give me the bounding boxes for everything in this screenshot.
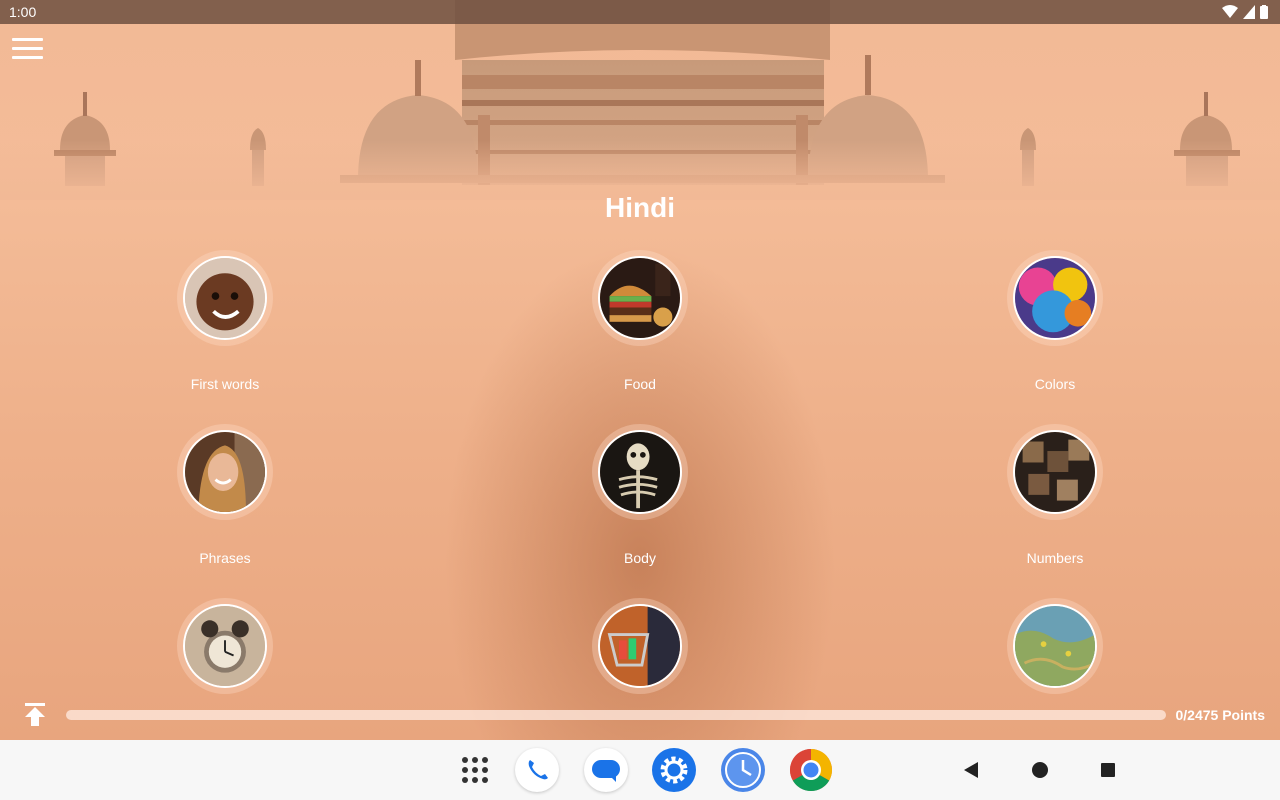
phone-app-button[interactable] (515, 748, 559, 792)
battery-icon (1260, 5, 1268, 19)
category-label: Phrases (199, 550, 251, 566)
status-time: 1:00 (9, 4, 37, 20)
skeleton-image (598, 430, 682, 514)
wooden-numbers-image (1013, 430, 1097, 514)
alarm-clock-image (183, 604, 267, 688)
burger-image (598, 256, 682, 340)
upload-icon[interactable] (24, 703, 46, 727)
category-body[interactable]: Body (530, 424, 750, 566)
category-ring (177, 424, 273, 520)
taj-mahal-illustration (0, 0, 1280, 200)
app-grid-icon (462, 757, 488, 783)
category-ring (177, 598, 273, 694)
clock-app-button[interactable] (721, 748, 765, 792)
category-time[interactable] (115, 598, 335, 724)
menu-button[interactable] (12, 38, 43, 62)
messages-app-button[interactable] (584, 748, 628, 792)
category-label: Body (624, 550, 656, 566)
child-face-image (183, 256, 267, 340)
category-food[interactable]: Food (530, 250, 750, 392)
app-screen: 1:00 Hindi First words Food Colors Phras… (0, 0, 1280, 800)
category-colors[interactable]: Colors (945, 250, 1165, 392)
category-ring (1007, 250, 1103, 346)
page-title: Hindi (605, 192, 675, 223)
status-bar: 1:00 (0, 0, 1280, 24)
chrome-icon (789, 749, 833, 792)
settings-app-button[interactable] (652, 748, 696, 792)
points-progress-bar (66, 710, 1166, 720)
category-ring (592, 424, 688, 520)
category-first-words[interactable]: First words (115, 250, 335, 392)
category-ring (1007, 424, 1103, 520)
category-ring (1007, 598, 1103, 694)
category-phrases[interactable]: Phrases (115, 424, 335, 566)
category-countries[interactable] (945, 598, 1165, 724)
home-icon[interactable] (1030, 760, 1050, 780)
category-label: Numbers (1026, 550, 1084, 566)
phone-icon (528, 760, 548, 780)
category-label: First words (190, 376, 260, 392)
recents-icon[interactable] (1099, 761, 1117, 779)
shopping-cart-image (598, 604, 682, 688)
app-drawer-button[interactable] (453, 748, 497, 792)
category-label: Food (624, 376, 656, 392)
gear-icon (660, 756, 688, 784)
navigation-bar (0, 740, 1280, 800)
menu-bar-2 (12, 47, 43, 50)
world-map-image (1013, 604, 1097, 688)
signal-icon (1243, 5, 1255, 19)
points-counter: 0/2475 Points (1175, 707, 1266, 723)
category-ring (592, 598, 688, 694)
messages-icon (592, 760, 620, 782)
clock-icon (725, 752, 761, 788)
menu-bar-1 (12, 38, 43, 41)
chrome-app-button[interactable] (789, 748, 833, 792)
smiling-woman-image (183, 430, 267, 514)
category-label: Colors (1034, 376, 1076, 392)
category-numbers[interactable]: Numbers (945, 424, 1165, 566)
back-icon[interactable] (962, 760, 980, 780)
wifi-icon (1222, 5, 1238, 18)
menu-bar-3 (12, 56, 43, 59)
color-powder-image (1013, 256, 1097, 340)
category-shopping[interactable] (530, 598, 750, 724)
category-ring (592, 250, 688, 346)
category-ring (177, 250, 273, 346)
